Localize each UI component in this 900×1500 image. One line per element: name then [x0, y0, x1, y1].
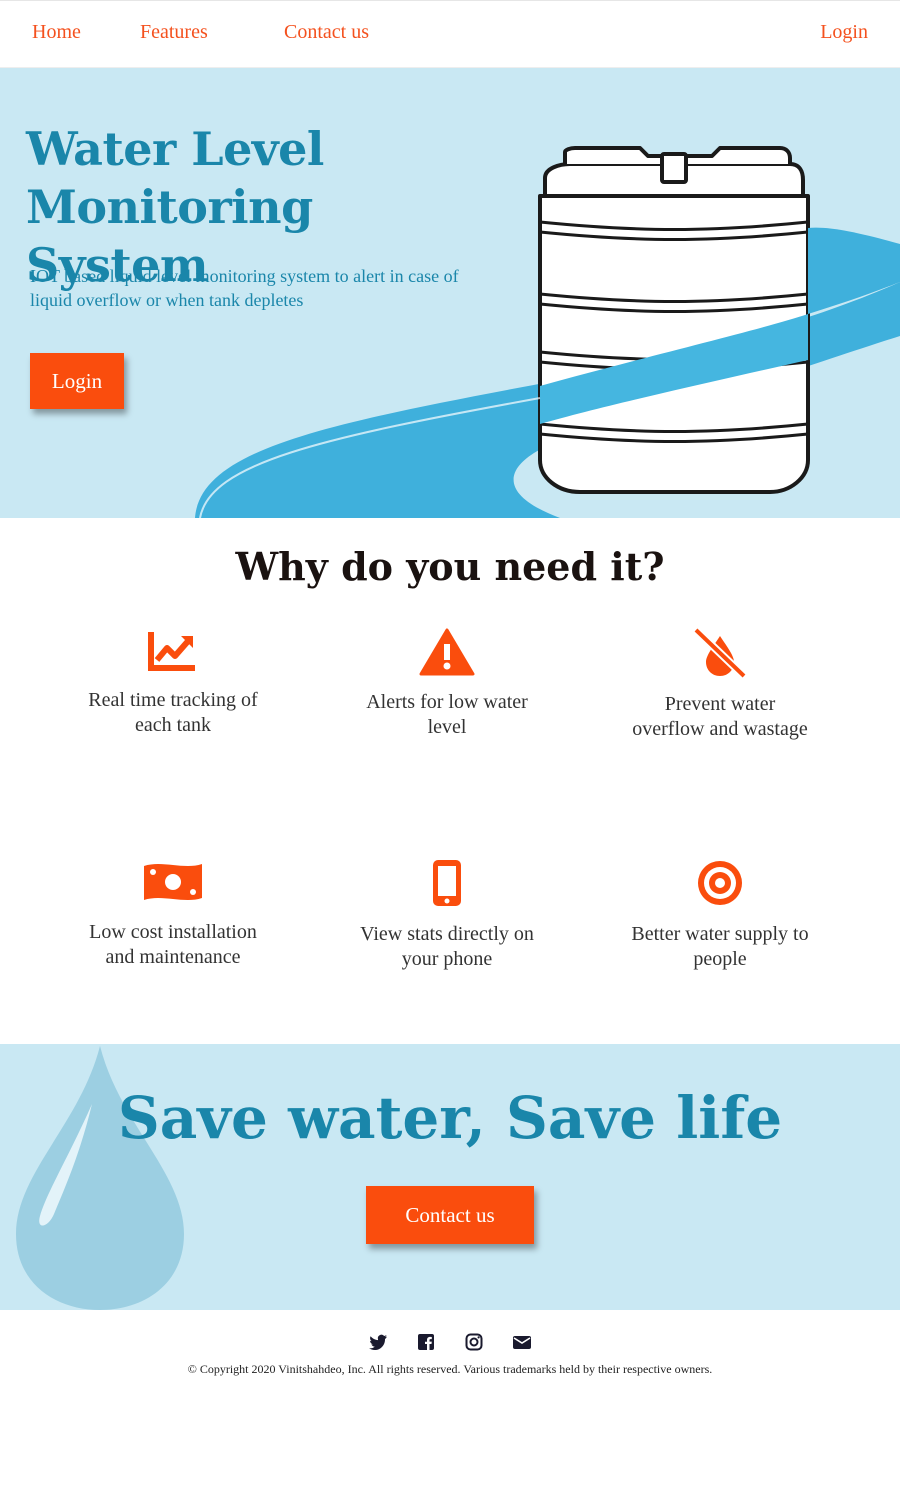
facebook-icon[interactable] — [416, 1332, 436, 1352]
target-icon — [698, 861, 742, 905]
warning-icon — [419, 628, 475, 676]
no-water-drop-icon — [693, 628, 747, 678]
feature-text: View stats directly on your phone — [360, 923, 534, 970]
feature-text: Better water supply to people — [631, 923, 809, 970]
save-water-title: Save water, Save life — [117, 1084, 783, 1152]
nav-features-link[interactable]: Features — [140, 21, 208, 44]
feature-item: View stats directly on your phone — [327, 858, 567, 972]
feature-item: Low cost installation and maintenance — [53, 858, 293, 970]
hero-section: Water Level Monitoring System IOT based … — [0, 68, 900, 518]
instagram-icon[interactable] — [464, 1332, 484, 1352]
why-section: Why do you need it? Real time tracking o… — [0, 518, 900, 1044]
top-navbar: Home Features Contact us Login — [0, 0, 900, 68]
social-links — [0, 1332, 900, 1352]
email-icon[interactable] — [512, 1332, 532, 1352]
money-bill-icon — [144, 864, 202, 900]
nav-login-link[interactable]: Login — [820, 21, 868, 44]
why-title: Why do you need it? — [235, 544, 665, 589]
footer: © Copyright 2020 Vinitshahdeo, Inc. All … — [0, 1310, 900, 1500]
nav-contact-link[interactable]: Contact us — [284, 21, 369, 44]
hero-login-button[interactable]: Login — [30, 353, 124, 409]
twitter-icon[interactable] — [368, 1332, 388, 1352]
contact-us-button[interactable]: Contact us — [366, 1186, 534, 1244]
feature-item: Real time tracking of each tank — [53, 628, 293, 738]
feature-item: Alerts for low water level — [327, 628, 567, 740]
copyright-text: © Copyright 2020 Vinitshahdeo, Inc. All … — [187, 1362, 713, 1376]
feature-text: Alerts for low water level — [366, 691, 528, 738]
hero-title-line1: Water Level — [26, 122, 324, 176]
save-water-section: Save water, Save life Contact us — [0, 1044, 900, 1310]
mobile-phone-icon — [433, 860, 461, 906]
feature-item: Better water supply to people — [600, 858, 840, 972]
hero-subtitle: IOT based liquid level monitoring system… — [30, 266, 459, 310]
feature-text: Real time tracking of each tank — [88, 689, 258, 736]
chart-line-icon — [148, 632, 195, 671]
feature-item: Prevent water overflow and wastage — [600, 628, 840, 742]
feature-text: Prevent water overflow and wastage — [632, 693, 808, 740]
nav-home-link[interactable]: Home — [32, 21, 81, 44]
feature-text: Low cost installation and maintenance — [89, 921, 257, 968]
